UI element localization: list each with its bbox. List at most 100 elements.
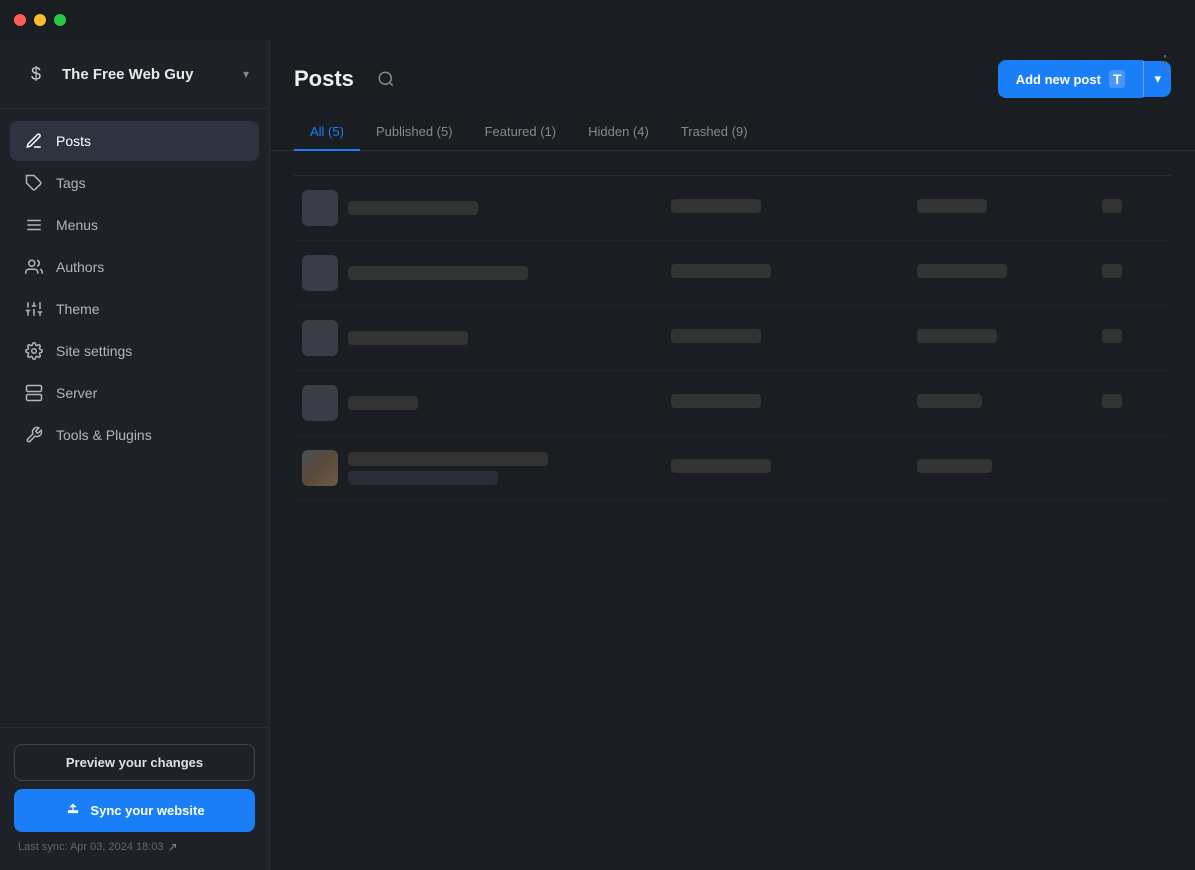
row4-author-text — [671, 394, 761, 408]
main-header: Posts Add new post T ▾ — [270, 40, 1195, 114]
add-post-label: Add new post — [1016, 72, 1101, 87]
row3-title — [348, 331, 468, 345]
authors-icon — [24, 257, 44, 277]
row1-author-text — [671, 199, 761, 213]
row2-actions — [1102, 264, 1164, 283]
row1-title-lines — [348, 201, 478, 215]
row3-actions — [1102, 329, 1164, 348]
sync-website-button[interactable]: Sync your website — [14, 789, 255, 832]
row3-status-text — [917, 329, 997, 343]
tab-featured[interactable]: Featured (1) — [469, 114, 573, 151]
tools-plugins-label: Tools & Plugins — [56, 427, 152, 443]
preview-changes-button[interactable]: Preview your changes — [14, 744, 255, 781]
close-button[interactable] — [14, 14, 26, 26]
more-options-button[interactable]: ⋮ — [1155, 50, 1175, 75]
add-post-container: Add new post T ▾ — [998, 60, 1171, 98]
row4-status — [917, 394, 1102, 413]
sidebar-item-menus[interactable]: Menus — [10, 205, 259, 245]
row1-title — [348, 201, 478, 215]
table-row[interactable] — [294, 371, 1171, 436]
row2-title-cell — [302, 255, 671, 291]
sidebar-item-theme[interactable]: Theme — [10, 289, 259, 329]
post-type-icon: T — [1109, 70, 1126, 88]
theme-label: Theme — [56, 301, 100, 317]
sidebar-item-site-settings[interactable]: Site settings — [10, 331, 259, 371]
tab-trashed[interactable]: Trashed (9) — [665, 114, 764, 151]
titlebar — [0, 0, 1195, 40]
sidebar-nav: Posts Tags Menus — [0, 109, 269, 727]
row5-author — [671, 459, 917, 478]
tags-icon — [24, 173, 44, 193]
row1-thumbnail — [302, 190, 338, 226]
tags-label: Tags — [56, 175, 86, 191]
menus-label: Menus — [56, 217, 98, 233]
row1-status-text — [917, 199, 987, 213]
last-sync-text: Last sync: Apr 03, 2024 18:03 — [18, 841, 164, 853]
site-icon: $ — [20, 58, 52, 90]
row4-actions — [1102, 394, 1164, 413]
site-settings-icon — [24, 341, 44, 361]
posts-label: Posts — [56, 133, 91, 149]
site-name: The Free Web Guy — [62, 66, 233, 83]
row2-action — [1102, 264, 1122, 278]
site-settings-label: Site settings — [56, 343, 132, 359]
row4-title — [348, 396, 418, 410]
sidebar-header[interactable]: $ The Free Web Guy ▾ — [0, 40, 269, 109]
server-icon — [24, 383, 44, 403]
row5-title — [348, 452, 548, 466]
table-row[interactable] — [294, 176, 1171, 241]
row1-status — [917, 199, 1102, 218]
posts-table — [270, 151, 1195, 870]
sidebar-item-tools-plugins[interactable]: Tools & Plugins — [10, 415, 259, 455]
add-new-post-button[interactable]: Add new post T — [998, 60, 1144, 98]
authors-label: Authors — [56, 259, 104, 275]
row1-author — [671, 199, 917, 218]
row4-action — [1102, 394, 1122, 408]
row4-thumbnail — [302, 385, 338, 421]
header-left: Posts — [294, 63, 402, 95]
row2-status — [917, 264, 1102, 283]
sidebar-item-posts[interactable]: Posts — [10, 121, 259, 161]
sidebar-bottom: Preview your changes Sync your website L… — [0, 727, 269, 870]
table-header — [294, 151, 1171, 176]
table-row[interactable] — [294, 241, 1171, 306]
table-row[interactable] — [294, 436, 1171, 501]
maximize-button[interactable] — [54, 14, 66, 26]
page-title: Posts — [294, 66, 354, 92]
row2-author — [671, 264, 917, 283]
sync-label: Sync your website — [90, 803, 204, 818]
row4-title-lines — [348, 396, 418, 410]
row2-thumbnail — [302, 255, 338, 291]
sidebar-item-server[interactable]: Server — [10, 373, 259, 413]
row4-status-text — [917, 394, 982, 408]
main-content: ⋮ Posts Add new post T ▾ All (5) — [270, 40, 1195, 870]
server-label: Server — [56, 385, 97, 401]
sidebar-item-tags[interactable]: Tags — [10, 163, 259, 203]
tab-published[interactable]: Published (5) — [360, 114, 469, 151]
row3-thumbnail — [302, 320, 338, 356]
row2-author-text — [671, 264, 771, 278]
posts-icon — [24, 131, 44, 151]
row2-title — [348, 266, 528, 280]
row5-title-lines — [348, 452, 548, 485]
sidebar-item-authors[interactable]: Authors — [10, 247, 259, 287]
row5-thumbnail — [302, 450, 338, 486]
tab-all[interactable]: All (5) — [294, 114, 360, 151]
search-button[interactable] — [370, 63, 402, 95]
row5-title-cell — [302, 450, 671, 486]
row2-title-lines — [348, 266, 528, 280]
table-row[interactable] — [294, 306, 1171, 371]
row3-action — [1102, 329, 1122, 343]
site-dropdown-arrow[interactable]: ▾ — [243, 67, 249, 81]
theme-icon — [24, 299, 44, 319]
external-link-icon: ↗ — [168, 840, 178, 854]
row1-title-cell — [302, 190, 671, 226]
sidebar: $ The Free Web Guy ▾ Posts — [0, 40, 270, 870]
row3-status — [917, 329, 1102, 348]
tab-hidden[interactable]: Hidden (4) — [572, 114, 665, 151]
last-sync-info: Last sync: Apr 03, 2024 18:03 ↗ — [14, 840, 255, 854]
minimize-button[interactable] — [34, 14, 46, 26]
row1-actions — [1102, 199, 1164, 218]
row3-title-lines — [348, 331, 468, 345]
row2-status-text — [917, 264, 1007, 278]
